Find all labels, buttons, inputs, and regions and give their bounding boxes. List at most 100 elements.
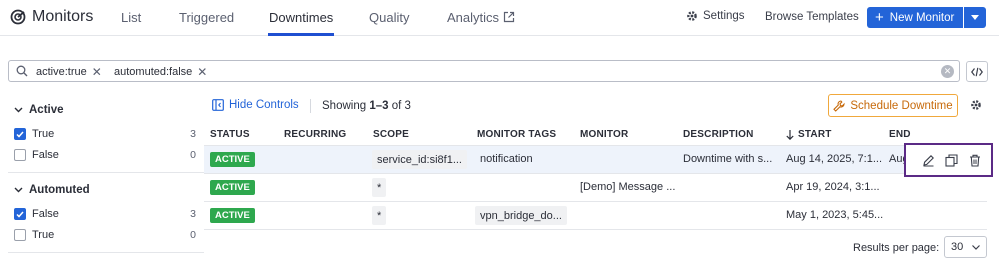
results-summary: Showing 1–3 of 3	[322, 100, 411, 112]
checkbox[interactable]	[14, 229, 26, 241]
facet-option-automuted-true[interactable]: True 0	[14, 228, 196, 242]
checkbox-checked[interactable]	[14, 208, 26, 220]
results-per-page-label: Results per page:	[853, 242, 940, 254]
schedule-downtime-label: Schedule Downtime	[850, 99, 953, 112]
facet-option-label: True	[32, 229, 55, 241]
wrench-icon	[833, 99, 846, 112]
tab-analytics-label: Analytics	[447, 10, 500, 25]
scope-tag: *	[372, 178, 387, 197]
scope-tag: *	[372, 206, 387, 225]
monitor-tag: vpn_bridge_do...	[475, 206, 567, 225]
check-icon	[16, 211, 24, 218]
facet-title: Active	[29, 104, 64, 116]
checkbox-checked[interactable]	[14, 128, 26, 140]
scope-tag: service_id:si8f1...	[372, 150, 467, 169]
start-cell: Apr 19, 2024, 3:1...	[786, 181, 880, 193]
table-row[interactable]: ACTIVE * [Demo] Message ... Apr 19, 2024…	[204, 174, 987, 202]
start-cell: May 1, 2023, 5:45...	[786, 209, 884, 221]
column-header-start-label: START	[798, 129, 832, 140]
checkbox[interactable]	[14, 149, 26, 161]
sort-descending-icon	[786, 129, 794, 140]
delete-icon[interactable]	[969, 154, 981, 167]
facet-option-count: 3	[190, 208, 196, 220]
facet-divider	[8, 252, 204, 253]
brand[interactable]: Monitors	[10, 6, 93, 28]
facet-option-label: True	[32, 128, 55, 140]
column-header-scope[interactable]: SCOPE	[373, 129, 409, 140]
table-settings-gear-icon[interactable]	[970, 99, 982, 111]
plus-icon: +	[875, 9, 884, 26]
page-title: Monitors	[32, 8, 94, 25]
search-chip-active[interactable]: active:true ✕	[36, 64, 102, 79]
new-monitor-button[interactable]: + New Monitor	[867, 7, 963, 28]
chevron-down-icon	[972, 245, 980, 250]
facet-divider	[8, 172, 204, 173]
facet-option-active-true[interactable]: True 3	[14, 127, 196, 141]
facet-option-count: 0	[190, 149, 196, 161]
edit-icon[interactable]	[922, 154, 935, 167]
monitor-cell[interactable]: [Demo] Message ...	[580, 181, 675, 193]
clone-icon[interactable]	[945, 154, 958, 167]
facet-option-count: 3	[190, 128, 196, 140]
facet-title: Automuted	[29, 184, 90, 196]
showing-range: 1–3	[369, 100, 389, 112]
active-tab-indicator	[268, 33, 334, 36]
status-badge: ACTIVE	[210, 180, 255, 195]
downtimes-table: STATUS RECURRING SCOPE MONITOR TAGS MONI…	[204, 124, 987, 230]
check-icon	[16, 131, 24, 138]
tab-list[interactable]: List	[121, 10, 141, 25]
settings-label: Settings	[703, 10, 745, 22]
status-badge: ACTIVE	[210, 152, 255, 167]
hide-controls-label: Hide Controls	[229, 99, 299, 111]
table-row[interactable]: ACTIVE * vpn_bridge_do... May 1, 2023, 5…	[204, 202, 987, 230]
tab-analytics[interactable]: Analytics	[447, 10, 515, 25]
facet-automuted-header[interactable]: Automuted	[14, 184, 90, 196]
showing-prefix: Showing	[322, 100, 370, 112]
results-per-page-select[interactable]: 30	[944, 236, 987, 258]
clear-search-icon[interactable]: ✕	[941, 65, 954, 78]
hide-controls-button[interactable]: Hide Controls	[212, 99, 299, 111]
search-icon	[16, 65, 28, 77]
schedule-downtime-button[interactable]: Schedule Downtime	[828, 94, 958, 117]
new-monitor-label: New Monitor	[889, 11, 955, 24]
top-nav: Monitors List Triggered Downtimes Qualit…	[0, 0, 999, 36]
settings-button[interactable]: Settings	[686, 10, 745, 22]
column-header-recurring[interactable]: RECURRING	[284, 129, 346, 140]
status-badge: ACTIVE	[210, 208, 255, 223]
code-icon	[971, 67, 983, 76]
row-actions	[904, 143, 993, 177]
tab-triggered[interactable]: Triggered	[179, 10, 234, 25]
facet-option-label: False	[32, 208, 59, 220]
column-header-description[interactable]: DESCRIPTION	[683, 129, 754, 140]
table-row[interactable]: ACTIVE service_id:si8f1... notification …	[204, 146, 987, 174]
external-link-icon	[503, 11, 515, 23]
monitor-tag: notification	[480, 153, 533, 165]
new-monitor-dropdown-button[interactable]	[964, 7, 986, 28]
query-editor-button[interactable]	[966, 61, 988, 82]
results-per-page-value: 30	[951, 241, 964, 253]
search-input[interactable]: active:true ✕ automuted:false ✕ ✕	[8, 60, 960, 82]
chevron-down-icon	[14, 187, 23, 193]
gear-icon	[687, 11, 697, 21]
browse-templates-link[interactable]: Browse Templates	[765, 11, 859, 23]
chevron-down-icon	[14, 107, 23, 113]
divider	[310, 99, 311, 113]
showing-suffix: of 3	[388, 100, 411, 112]
column-header-status[interactable]: STATUS	[210, 129, 250, 140]
chip-label: active:true	[36, 65, 87, 78]
monitors-icon	[10, 9, 26, 25]
facet-option-active-false[interactable]: False 0	[14, 148, 196, 162]
sidebar-collapse-icon	[212, 99, 224, 111]
facet-option-automuted-false[interactable]: False 3	[14, 207, 196, 221]
chip-remove-icon[interactable]: ✕	[197, 65, 207, 79]
column-header-start[interactable]: START	[786, 129, 832, 140]
facet-active-header[interactable]: Active	[14, 104, 64, 116]
tab-downtimes[interactable]: Downtimes	[269, 10, 333, 25]
column-header-monitor[interactable]: MONITOR	[580, 129, 628, 140]
column-header-end[interactable]: END	[889, 129, 911, 140]
tab-quality[interactable]: Quality	[369, 10, 409, 25]
facet-option-label: False	[32, 149, 59, 161]
column-header-monitor-tags[interactable]: MONITOR TAGS	[477, 129, 556, 140]
search-chip-automuted[interactable]: automuted:false ✕	[114, 64, 207, 79]
chip-remove-icon[interactable]: ✕	[92, 65, 102, 79]
